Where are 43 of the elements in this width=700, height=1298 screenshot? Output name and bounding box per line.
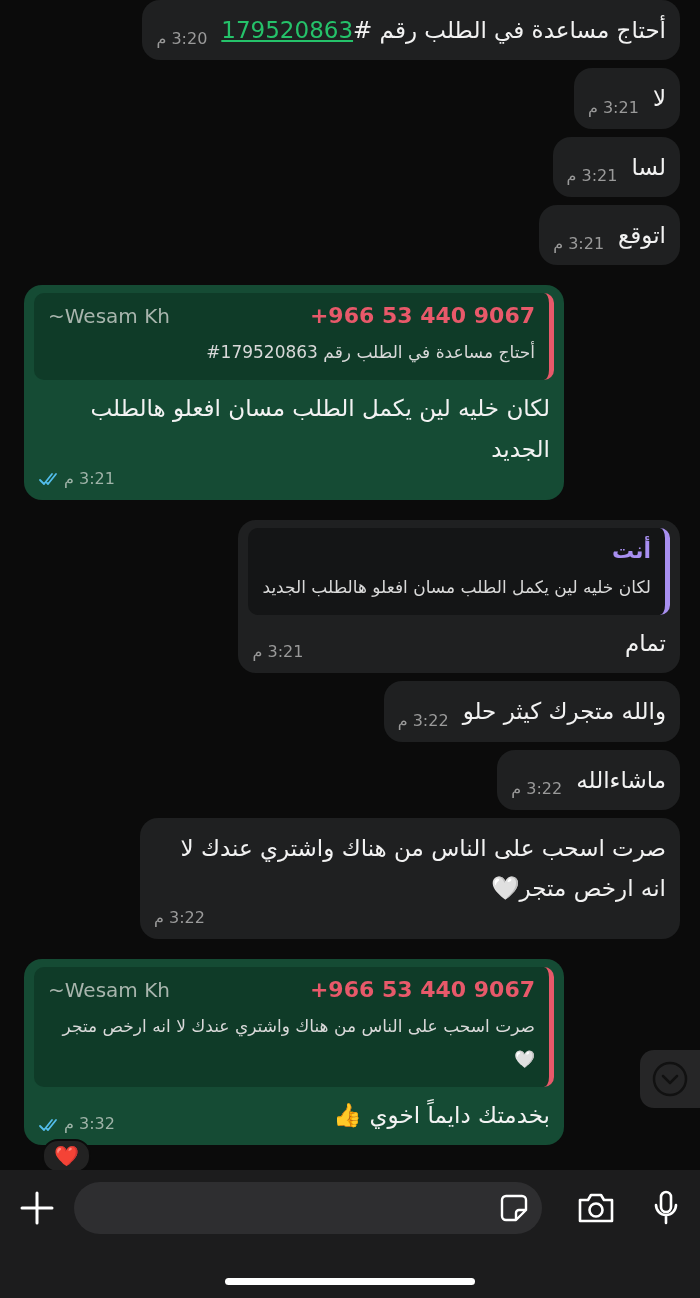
message-bubble[interactable]: والله متجرك كيثر حلو 3:22 م [383,681,680,742]
scroll-down-button[interactable] [640,1050,700,1108]
message-time: 3:32 م [64,1114,115,1134]
message-time: 3:22 م [397,710,449,730]
quote-author: +966 53 440 9067 [309,303,535,328]
plus-icon [20,1191,54,1225]
microphone-icon [652,1190,680,1226]
message-text: بخدمتك دايماً اخوي 👍 [333,1098,550,1131]
message-input-field[interactable] [74,1182,542,1234]
message-text: تمام [625,629,666,659]
message-bubble[interactable]: أنت لكان خليه لين يكمل الطلب مسان افعلو هالطلب الجديد تمام 3:21 م [238,519,680,674]
quote-text: صرت اسحب على الناس من هناك واشتري عندك لا انه ارخص متجر🤍 [60,1015,535,1071]
message-time: 3:22 م [154,908,205,928]
message-time: 3:22 م [511,778,563,798]
message-time: 3:21 م [566,165,618,185]
message-text: ماشاءالله [576,765,666,795]
quote-push-name: ~Wesam Kh [48,977,170,1002]
message-time: 3:21 م [252,642,304,662]
message-bubble[interactable]: لسا 3:21 م [552,136,680,197]
message-bubble[interactable]: صرت اسحب على الناس من هناك واشتري عندك لا انه ارخص متجر🤍 3:22 م [140,817,680,940]
message-time: 3:21 م [587,97,639,117]
quote-text: أحتاج مساعدة في الطلب رقم 179520863# [205,340,535,365]
message-bubble[interactable]: اتوقع 3:21 م [539,204,680,265]
order-link[interactable]: 179520863 [221,17,354,43]
sticker-icon [500,1194,528,1222]
message-text: لا [652,84,666,114]
camera-icon [576,1191,616,1225]
message-text: اتوقع [618,220,666,251]
message-time: 3:21 م [553,234,605,253]
quote-author: +966 53 440 9067 [309,977,535,1003]
message-text: لسا [631,152,666,182]
message-text: والله متجرك كيثر حلو [462,697,666,727]
message-time: 3:21 م [64,468,115,488]
message-bubble[interactable]: لا 3:21 م [573,68,680,129]
reaction-badge[interactable]: ❤ [42,1139,91,1170]
quote-text: لكان خليه لين يكمل الطلب مسان افعلو هالطلب الجديد [262,575,651,599]
message-text: لكان خليه لين يكمل الطلب مسان افعلو هالطلب الجديد [89,394,550,464]
message-text: صرت اسحب على الناس من هناك واشتري عندك لا انه ارخص متجر🤍 [179,833,666,904]
quote-push-name: ~Wesam Kh [48,303,170,328]
quoted-message[interactable]: أنت لكان خليه لين يكمل الطلب مسان افعلو هالطلب الجديد [248,527,670,616]
message-bubble[interactable]: ماشاءالله 3:22 م [497,749,680,810]
message-time: 3:20 م [156,29,208,49]
quote-author: أنت [611,537,651,563]
